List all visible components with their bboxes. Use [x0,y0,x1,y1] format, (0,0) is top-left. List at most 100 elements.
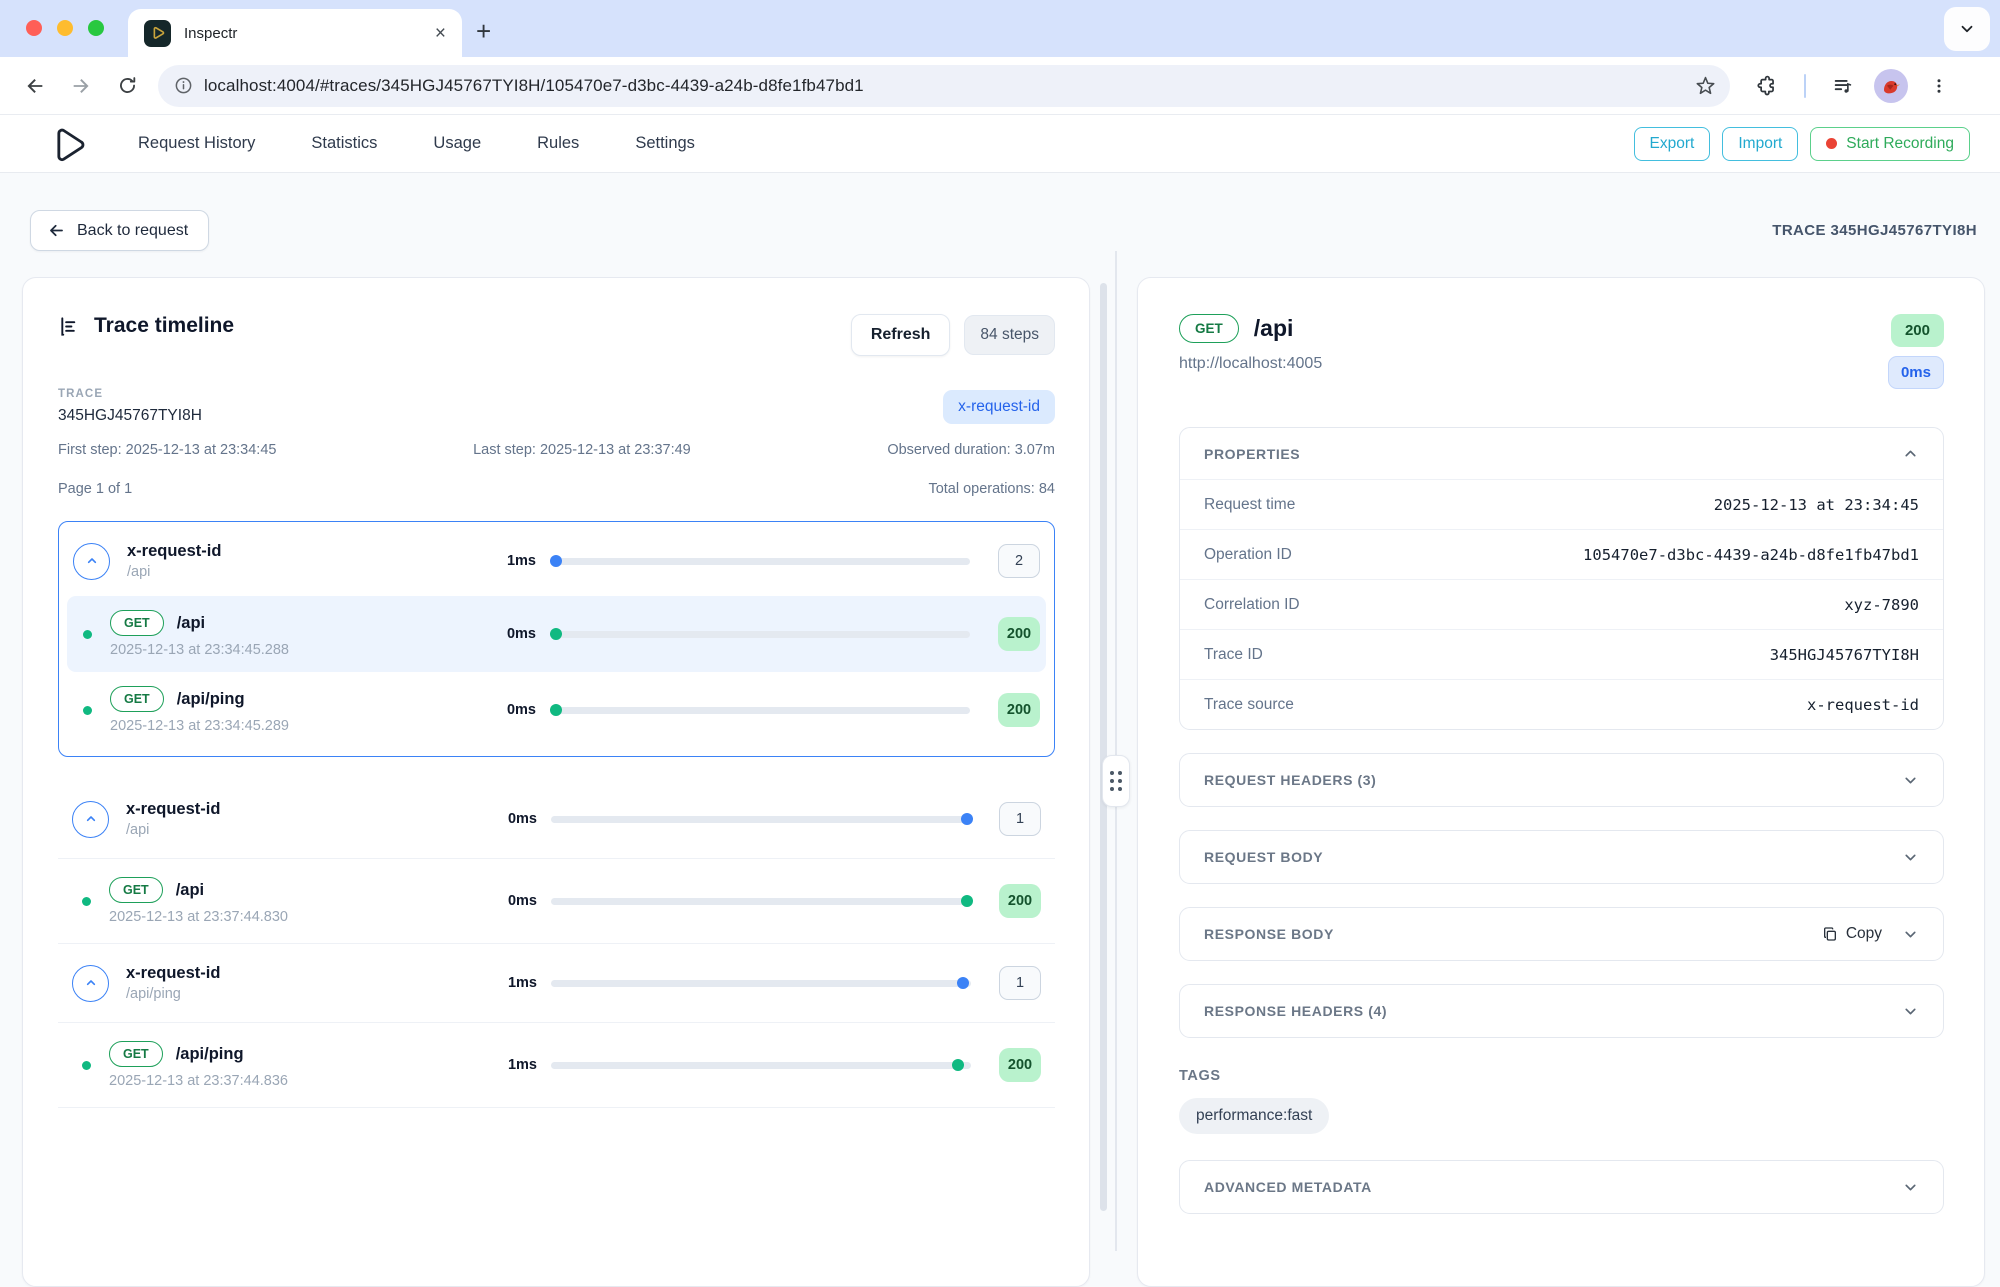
group-name: x-request-id [126,800,485,819]
property-value: xyz-7890 [1844,596,1919,614]
media-controls-icon[interactable] [1820,63,1866,109]
chevron-down-icon [1902,772,1919,789]
section-response-body[interactable]: RESPONSE BODY Copy [1179,907,1944,961]
traffic-lights[interactable] [26,20,104,36]
operation-row-selected[interactable]: GET/api2025-12-13 at 23:34:45.2880ms200 [67,596,1046,672]
operation-path: /api/ping [177,690,245,709]
section-title: RESPONSE BODY [1204,926,1334,942]
section-request-headers-3[interactable]: REQUEST HEADERS (3) [1179,753,1944,807]
status-code-badge: 200 [1891,314,1944,347]
method-badge: GET [109,877,163,903]
nav-item-usage[interactable]: Usage [433,134,481,153]
status-dot-icon [82,897,91,906]
group-duration: 1ms [485,975,537,991]
extensions-icon[interactable] [1744,63,1790,109]
section-response-headers-4[interactable]: RESPONSE HEADERS (4) [1179,984,1944,1038]
group-time-marker [957,977,969,989]
url-text[interactable]: localhost:4004/#traces/345HGJ45767TYI8H/… [204,76,1684,96]
operation-duration: 1ms [485,1057,537,1073]
chevron-down-icon [1902,926,1919,943]
tag-pill: performance:fast [1179,1098,1329,1134]
status-dot-icon [83,630,92,639]
reload-button[interactable] [104,63,150,109]
nav-links: Request History Statistics Usage Rules Setti… [138,134,695,153]
maximize-window-button[interactable] [88,20,104,36]
section-title: REQUEST BODY [1204,849,1323,865]
method-badge: GET [109,1041,163,1067]
operation-url: http://localhost:4005 [1179,355,1322,373]
total-operations-text: Total operations: 84 [928,481,1055,497]
operation-row[interactable]: GET/api/ping2025-12-13 at 23:37:44.8361m… [58,1023,1055,1107]
advanced-metadata-section[interactable]: ADVANCED METADATA [1179,1160,1944,1214]
back-to-request-button[interactable]: Back to request [30,210,209,251]
operation-timeline-track [550,707,970,714]
operation-path: /api [1254,315,1294,342]
property-label: Trace ID [1204,646,1263,664]
nav-item-rules[interactable]: Rules [537,134,579,153]
close-window-button[interactable] [26,20,42,36]
collapse-group-button[interactable] [72,965,109,1002]
status-code-badge: 200 [998,693,1040,727]
operation-timeline-track [551,898,971,905]
tab-close-icon[interactable]: × [435,24,446,43]
forward-button[interactable] [58,63,104,109]
toolbar-separator [1804,74,1806,98]
export-button[interactable]: Export [1634,127,1711,161]
operation-path: /api [177,614,205,633]
nav-item-request-history[interactable]: Request History [138,134,255,153]
chevron-down-icon [1958,20,1976,38]
operation-row[interactable]: GET/api2025-12-13 at 23:37:44.8300ms200 [58,859,1055,943]
profile-avatar[interactable] [1874,69,1908,103]
trace-label: TRACE [58,388,202,400]
back-button[interactable] [12,63,58,109]
trace-timeline-panel: Trace timeline Refresh 84 steps TRACE 34… [22,277,1090,1287]
group-path: /api [126,822,485,838]
operation-timestamp: 2025-12-13 at 23:37:44.830 [109,909,485,925]
timeline-scrollbar[interactable] [1100,283,1107,1211]
chevron-up-icon [83,975,99,991]
chevron-up-icon [1902,445,1919,462]
tab-title: Inspectr [184,25,422,42]
import-button[interactable]: Import [1722,127,1798,161]
panel-resize-handle[interactable] [1102,755,1130,807]
tab-search-button[interactable] [1944,7,1990,51]
collapse-group-button[interactable] [72,801,109,838]
group-name: x-request-id [126,964,485,983]
group-header-row[interactable]: x-request-id/api1ms2 [67,526,1046,596]
start-recording-button[interactable]: Start Recording [1810,127,1970,161]
nav-item-statistics[interactable]: Statistics [311,134,377,153]
browser-tab[interactable]: Inspectr × [128,9,462,57]
operation-timestamp: 2025-12-13 at 23:34:45.289 [110,718,484,734]
group-header-row[interactable]: x-request-id/api/ping1ms1 [58,944,1055,1023]
refresh-button[interactable]: Refresh [851,314,951,356]
copy-button[interactable]: Copy [1822,925,1882,943]
page-info-text: Page 1 of 1 [58,481,132,497]
operation-time-marker [952,1059,964,1071]
group-duration: 0ms [485,811,537,827]
url-bar[interactable]: localhost:4004/#traces/345HGJ45767TYI8H/… [158,65,1730,107]
section-request-body[interactable]: REQUEST BODY [1179,830,1944,884]
app-navbar: Request History Statistics Usage Rules Setti… [0,115,2000,173]
operation-path: /api [176,881,204,900]
bookmark-star-icon[interactable] [1695,75,1716,96]
status-code-badge: 200 [999,1048,1041,1082]
browser-menu-icon[interactable] [1916,63,1962,109]
collapse-group-button[interactable] [73,543,110,580]
property-value: 345HGJ45767TYI8H [1770,646,1919,664]
operation-row[interactable]: GET/api/ping2025-12-13 at 23:34:45.2890m… [67,672,1046,748]
inspectr-logo-icon[interactable] [48,122,88,166]
group-header-row[interactable]: x-request-id/api0ms1 [58,780,1055,859]
timeline-icon [58,315,81,338]
chevron-down-icon [1902,1003,1919,1020]
properties-header[interactable]: PROPERTIES [1180,428,1943,479]
site-info-icon[interactable] [174,76,193,95]
operation-timeline-track [550,631,970,638]
trace-source-badge[interactable]: x-request-id [943,390,1055,424]
new-tab-button[interactable]: + [476,16,491,47]
group-duration: 1ms [484,553,536,569]
chevron-up-icon [84,553,100,569]
minimize-window-button[interactable] [57,20,73,36]
property-label: Correlation ID [1204,596,1300,614]
copy-icon [1822,926,1838,942]
nav-item-settings[interactable]: Settings [635,134,695,153]
